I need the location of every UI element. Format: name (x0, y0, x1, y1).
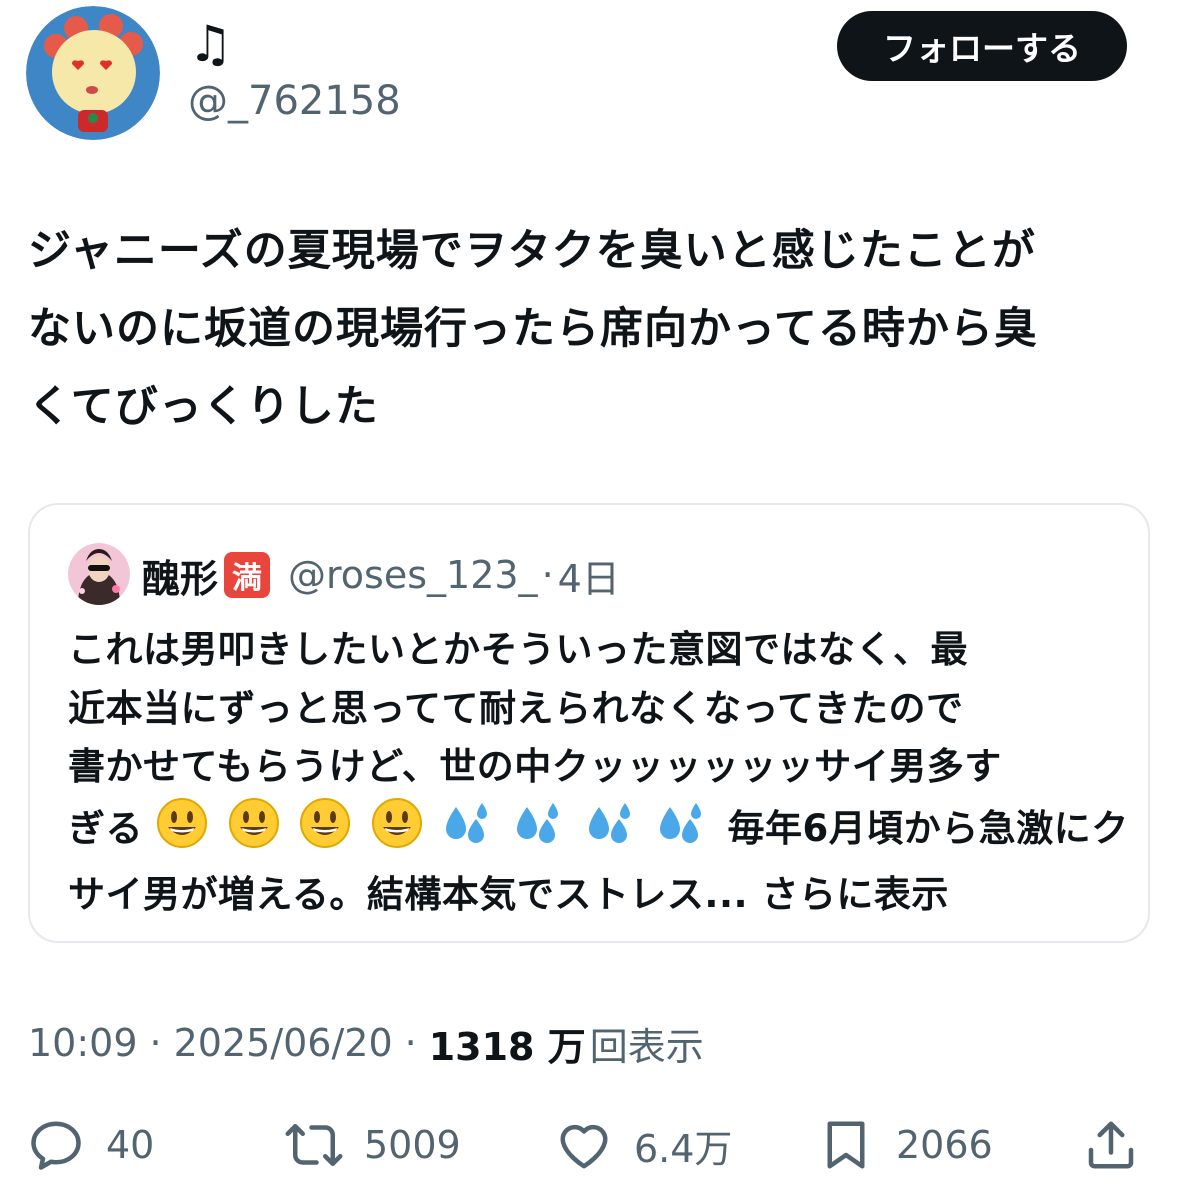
bookmark-icon (827, 1121, 865, 1169)
author-display-name[interactable]: ♫ (188, 14, 233, 74)
bookmark-count: 2066 (896, 1123, 993, 1167)
retweet-count: 5009 (364, 1123, 461, 1167)
sweat-droplets-icon (513, 797, 565, 867)
quoted-text-line: 書かせてもらうけど、世の中クッッッッッッサイ男多す (68, 745, 1002, 788)
quoted-text-line: ぎる 毎年6月頃から急激にク (68, 797, 1128, 867)
tweet-text-line: ジャニーズの夏現場でヲタクを臭いと感じたことが (28, 226, 1036, 276)
quoted-text-line: 近本当にずっと思ってて耐えられなくなってきたので (68, 686, 964, 730)
quoted-author-name[interactable]: 醜形 (142, 548, 218, 603)
like-button[interactable]: 6.4万 (554, 1110, 732, 1180)
meta-separator: · (149, 1021, 162, 1065)
tweet-text-line: ないのに坂道の現場行ったら席向かってる時から臭 (28, 304, 1038, 354)
views-label: 回表示 (589, 1024, 704, 1069)
tweet-header: ♫ @_762158 フォローする (26, 6, 1156, 146)
quoted-timestamp[interactable]: 4日 (558, 548, 620, 603)
quoted-author-avatar[interactable] (68, 543, 130, 605)
grinning-face-icon (299, 797, 351, 867)
tweet-meta: 10:09 · 2025/06/20 · 1318 万 回表示 (28, 1015, 704, 1071)
grinning-face-icon (228, 797, 280, 867)
show-more-link[interactable]: さらに表示 (761, 873, 949, 916)
meta-separator: · (404, 1021, 417, 1065)
author-handle[interactable]: @_762158 (188, 76, 401, 126)
sweat-droplets-icon (656, 797, 708, 867)
quoted-separator: · (541, 553, 554, 597)
share-button[interactable] (1081, 1110, 1141, 1180)
grinning-face-icon (156, 797, 208, 867)
heart-icon (560, 1124, 608, 1169)
retweet-icon (285, 1124, 343, 1166)
share-icon (1088, 1121, 1134, 1169)
quoted-text-fragment: 毎年6月頃から急激にク (727, 806, 1129, 850)
full-badge-icon: 満 (224, 552, 271, 598)
quoted-text-line: サイ男が増える。結構本気でストレス... さらに表示 (68, 866, 1128, 925)
quoted-header: 醜形 満 @roses_123_ · 4日 (142, 545, 620, 605)
views-count: 1318 万 (428, 1024, 586, 1069)
like-count: 6.4万 (634, 1126, 733, 1171)
bookmark-button[interactable]: 2066 (816, 1110, 993, 1180)
action-bar: 40 5009 6.4万 2066 (26, 1110, 1156, 1180)
tweet-text-line: くてびっくりした (28, 382, 379, 432)
tweet-time[interactable]: 10:09 (28, 1021, 138, 1065)
grinning-face-icon (371, 797, 423, 867)
quoted-author-handle[interactable]: @roses_123_ (288, 553, 538, 597)
reply-button[interactable]: 40 (26, 1110, 154, 1180)
follow-button[interactable]: フォローする (837, 11, 1127, 81)
sweat-droplets-icon (442, 797, 494, 867)
quoted-tweet[interactable]: 醜形 満 @roses_123_ · 4日 これは男叩きしたいとかそういった意図… (28, 503, 1150, 943)
reply-icon (31, 1121, 81, 1170)
reply-count: 40 (106, 1123, 155, 1167)
retweet-button[interactable]: 5009 (284, 1110, 461, 1180)
quoted-text-line: これは男叩きしたいとかそういった意図ではなく、最 (68, 628, 968, 671)
quoted-text-fragment: サイ男が増える。結構本気でストレス... (68, 873, 762, 916)
tweet-text: ジャニーズの夏現場でヲタクを臭いと感じたことが ないのに坂道の現場行ったら席向か… (28, 212, 1153, 446)
quoted-text: これは男叩きしたいとかそういった意図ではなく、最 近本当にずっと思ってて耐えられ… (68, 621, 1128, 925)
quoted-text-fragment: ぎる (68, 806, 143, 850)
sweat-droplets-icon (585, 797, 637, 867)
author-avatar[interactable] (26, 6, 160, 140)
tweet-date[interactable]: 2025/06/20 (174, 1021, 393, 1065)
